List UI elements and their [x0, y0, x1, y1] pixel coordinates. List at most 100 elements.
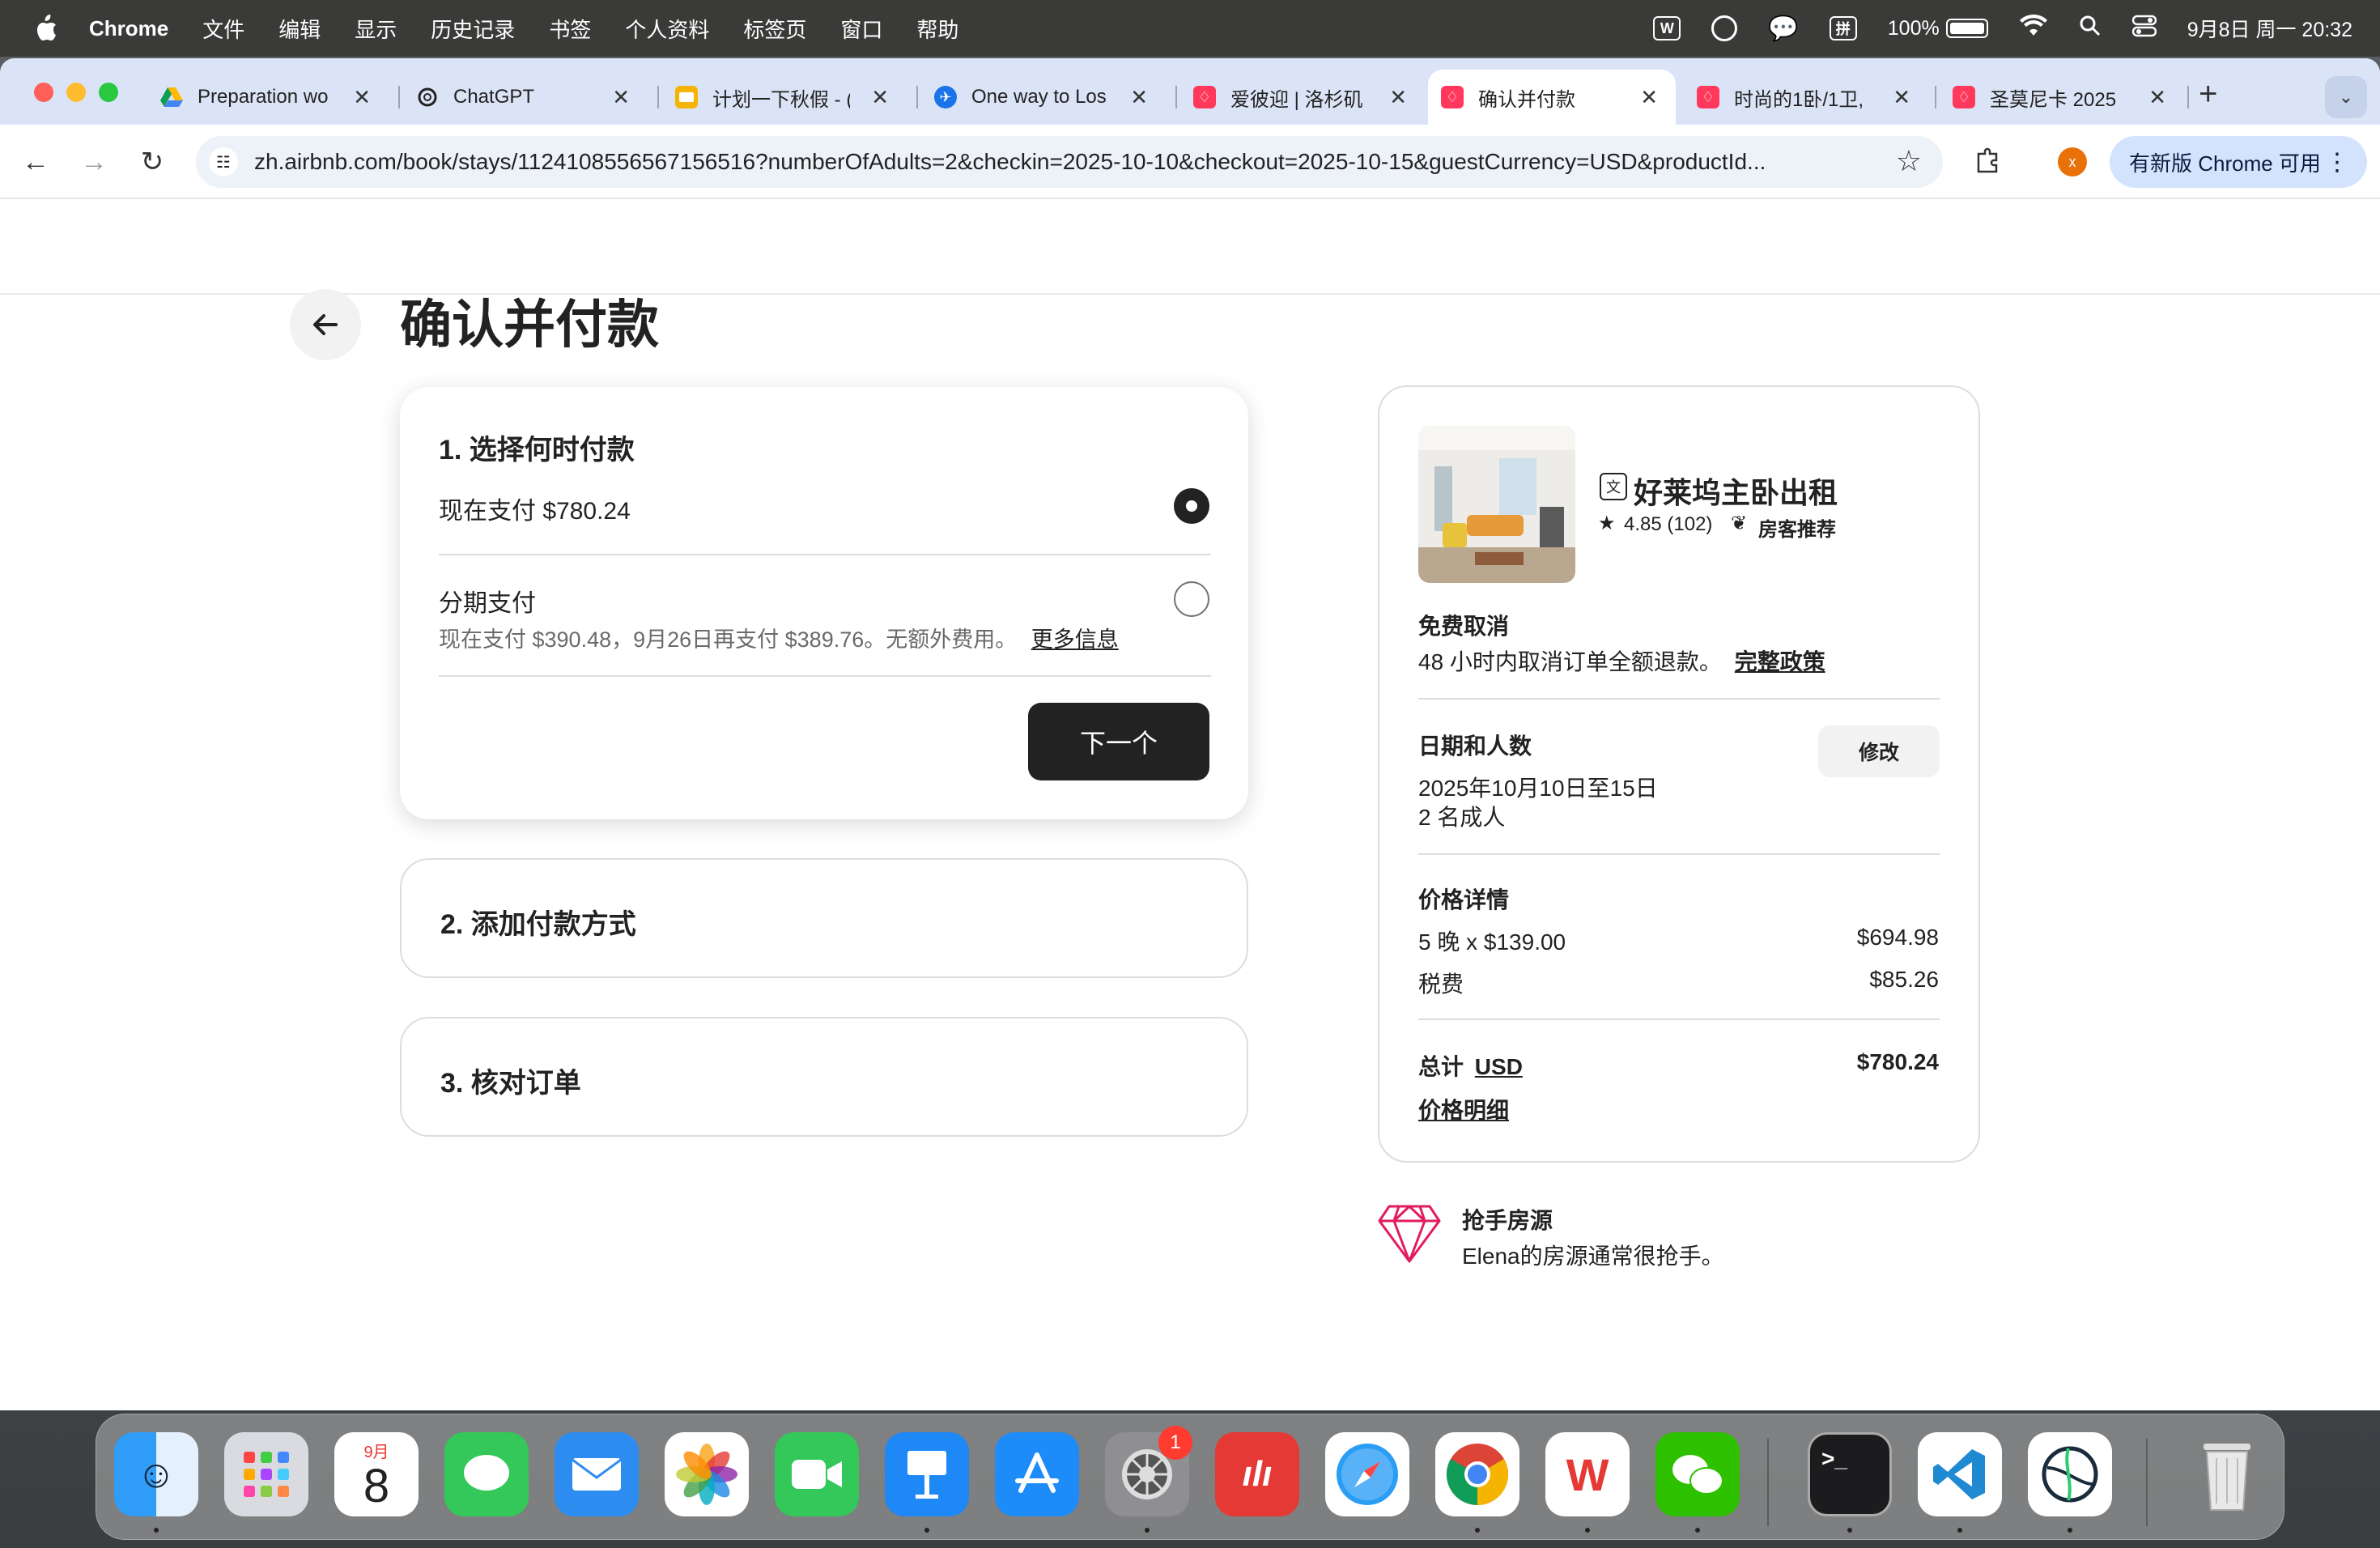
extensions-icon[interactable]: [1969, 141, 2008, 180]
calendar-icon[interactable]: 9月 8: [334, 1432, 419, 1516]
facetime-icon[interactable]: [775, 1432, 859, 1516]
currency-link[interactable]: USD: [1475, 1054, 1523, 1079]
menu-app-name[interactable]: Chrome: [89, 16, 168, 41]
address-bar[interactable]: ☷ zh.airbnb.com/book/stays/1124108556567…: [196, 136, 1943, 188]
control-center-icon[interactable]: [2131, 15, 2157, 43]
close-tab-icon[interactable]: ✕: [2148, 85, 2166, 110]
slides-icon: [675, 86, 698, 108]
battery-percent: 100%: [1887, 16, 1940, 40]
pay-now-label[interactable]: 现在支付 $780.24: [439, 491, 631, 526]
tab-6[interactable]: ♢ 时尚的1卧/1卫, ✕: [1682, 70, 1928, 125]
nights-label: 5 晚 x $139.00: [1418, 929, 1566, 955]
next-button[interactable]: 下一个: [1028, 703, 1209, 780]
vscode-icon[interactable]: [1918, 1432, 2002, 1516]
installment-detail: 现在支付 $390.48，9月26日再支付 $389.76。无额外费用。 更多信…: [439, 627, 1119, 652]
tab-2[interactable]: 计划一下秋假 - ( ✕: [661, 70, 907, 125]
keynote-icon[interactable]: [885, 1432, 969, 1516]
webstorm-icon[interactable]: [2028, 1432, 2112, 1516]
menu-window[interactable]: 窗口: [840, 14, 882, 44]
running-indicator: [154, 1528, 159, 1533]
more-info-link[interactable]: 更多信息: [1031, 627, 1119, 652]
launchpad-icon[interactable]: [224, 1432, 308, 1516]
tab-search-button[interactable]: ⌄: [2325, 76, 2367, 118]
terminal-icon[interactable]: >_: [1808, 1432, 1892, 1516]
reload-icon[interactable]: ↻: [133, 142, 172, 181]
zoom-window-button[interactable]: [99, 83, 118, 102]
step2-heading: 2. 添加付款方式: [440, 909, 636, 940]
back-arrow-icon[interactable]: ←: [16, 142, 55, 181]
close-window-button[interactable]: [34, 83, 53, 102]
menu-tabs[interactable]: 标签页: [743, 14, 806, 44]
tab-separator: [916, 86, 918, 108]
translate-icon: 文: [1600, 473, 1627, 500]
menu-edit[interactable]: 编辑: [278, 14, 321, 44]
new-tab-icon[interactable]: +: [2199, 76, 2217, 113]
tab-3[interactable]: ✈ One way to Los ✕: [920, 70, 1166, 125]
tab-7[interactable]: ♢ 圣莫尼卡 2025 ✕: [1938, 70, 2184, 125]
pay-now-radio[interactable]: [1174, 488, 1209, 524]
pay-installment-label[interactable]: 分期支付: [439, 583, 536, 619]
tab-5-active[interactable]: ♢ 确认并付款 ✕: [1428, 70, 1676, 125]
spotlight-search-icon[interactable]: [2079, 15, 2102, 43]
close-tab-icon[interactable]: ✕: [612, 85, 630, 110]
tab-0[interactable]: Preparation wo ✕: [146, 70, 389, 125]
wechat-status-icon[interactable]: 💬: [1768, 15, 1798, 43]
input-method-icon[interactable]: 拼: [1829, 16, 1857, 40]
full-policy-link[interactable]: 完整政策: [1735, 649, 1825, 674]
price-breakdown-link[interactable]: 价格明细: [1418, 1093, 1509, 1125]
close-tab-icon[interactable]: ✕: [1640, 85, 1658, 110]
clock[interactable]: 9月8日 周一 20:32: [2187, 14, 2352, 43]
pay-installment-radio[interactable]: [1174, 581, 1209, 617]
bookmark-star-icon[interactable]: ☆: [1896, 144, 1922, 178]
wps-status-icon[interactable]: W: [1653, 16, 1681, 40]
oppo-app-icon[interactable]: ılı: [1215, 1432, 1299, 1516]
more-menu-icon[interactable]: ⋮: [2325, 148, 2349, 176]
minimize-window-button[interactable]: [66, 83, 86, 102]
edit-dates-button[interactable]: 修改: [1818, 725, 1940, 777]
mail-icon[interactable]: [555, 1432, 639, 1516]
chrome-update-button[interactable]: 有新版 Chrome 可用 ⋮: [2110, 136, 2367, 188]
menu-file[interactable]: 文件: [202, 14, 244, 44]
running-indicator: [1695, 1528, 1700, 1533]
chatgpt-icon: [416, 86, 439, 108]
close-tab-icon[interactable]: ✕: [1389, 85, 1407, 110]
battery-icon[interactable]: [1945, 19, 1988, 38]
rare-find-title: 抢手房源: [1462, 1208, 1553, 1233]
safari-icon[interactable]: [1325, 1432, 1409, 1516]
close-tab-icon[interactable]: ✕: [353, 85, 371, 110]
tab-separator: [398, 86, 400, 108]
chatgpt-status-icon[interactable]: [1711, 15, 1738, 41]
tab-4[interactable]: ♢ 爱彼迎 | 洛杉矶 ✕: [1179, 70, 1425, 125]
tab-1[interactable]: ChatGPT ✕: [402, 70, 648, 125]
wps-icon[interactable]: W: [1545, 1432, 1630, 1516]
app-store-icon[interactable]: [995, 1432, 1079, 1516]
url-text[interactable]: zh.airbnb.com/book/stays/112410855656715…: [254, 149, 1865, 175]
close-tab-icon[interactable]: ✕: [871, 85, 889, 110]
running-indicator: [1145, 1528, 1150, 1533]
back-button[interactable]: [290, 289, 361, 360]
listing-title[interactable]: 好莱坞主卧出租: [1634, 470, 1838, 512]
wechat-icon[interactable]: [1655, 1432, 1740, 1516]
messages-icon[interactable]: [444, 1432, 529, 1516]
running-indicator: [1957, 1528, 1962, 1533]
close-tab-icon[interactable]: ✕: [1893, 85, 1910, 110]
apple-logo-icon[interactable]: [32, 15, 60, 42]
finder-icon[interactable]: ☺: [114, 1432, 198, 1516]
running-indicator: [2068, 1528, 2072, 1533]
site-info-icon[interactable]: ☷: [209, 147, 238, 176]
menu-view[interactable]: 显示: [355, 14, 397, 44]
trash-icon[interactable]: [2185, 1432, 2269, 1516]
menu-profiles[interactable]: 个人资料: [625, 14, 709, 44]
running-indicator: [1475, 1528, 1480, 1533]
menu-help[interactable]: 帮助: [916, 14, 958, 44]
profile-avatar[interactable]: x: [2058, 147, 2087, 176]
tab-separator: [1935, 86, 1936, 108]
chrome-icon[interactable]: [1435, 1432, 1519, 1516]
wifi-icon[interactable]: [2019, 14, 2048, 43]
menu-bookmarks[interactable]: 书签: [549, 14, 591, 44]
close-tab-icon[interactable]: ✕: [1130, 85, 1148, 110]
photos-icon[interactable]: [665, 1432, 749, 1516]
forward-arrow-icon[interactable]: →: [74, 142, 113, 181]
menu-history[interactable]: 历史记录: [431, 14, 515, 44]
listing-photo[interactable]: [1418, 426, 1575, 583]
